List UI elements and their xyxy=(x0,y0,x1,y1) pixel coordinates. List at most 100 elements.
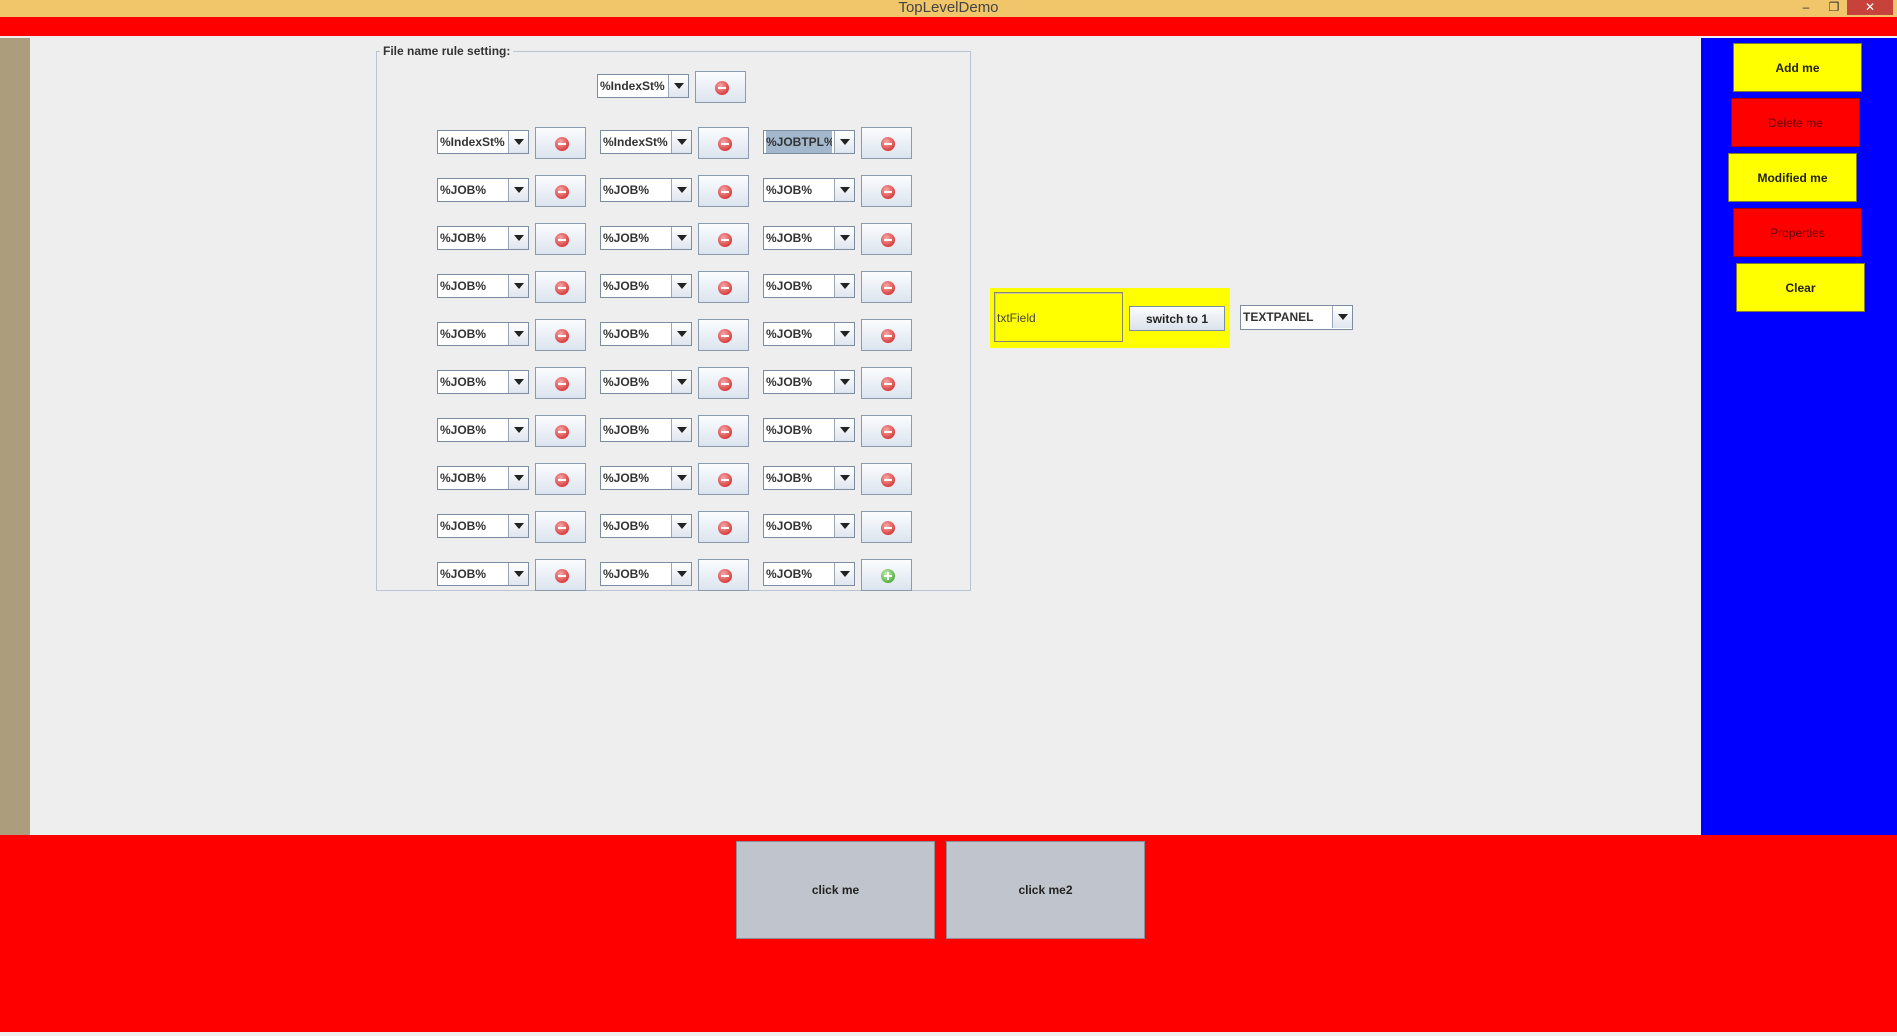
rule-combo[interactable]: %JOBTPL% xyxy=(763,130,855,154)
remove-rule-button[interactable] xyxy=(698,127,749,159)
remove-rule-button[interactable] xyxy=(861,511,912,543)
remove-rule-button[interactable] xyxy=(861,415,912,447)
maximize-button[interactable]: ❐ xyxy=(1823,0,1845,15)
chevron-down-icon[interactable] xyxy=(671,515,691,537)
chevron-down-icon[interactable] xyxy=(508,323,528,345)
rule-combo[interactable]: %JOB% xyxy=(763,322,855,346)
rule-combo[interactable]: %JOB% xyxy=(437,514,529,538)
chevron-down-icon[interactable] xyxy=(834,371,854,393)
remove-rule-button[interactable] xyxy=(535,367,586,399)
rule-combo[interactable]: %JOB% xyxy=(600,370,692,394)
rule-combo[interactable]: %IndexSt% xyxy=(600,130,692,154)
chevron-down-icon[interactable] xyxy=(671,227,691,249)
rule-combo[interactable]: %JOB% xyxy=(600,274,692,298)
remove-rule-button[interactable] xyxy=(698,559,749,591)
click-me2-button[interactable]: click me2 xyxy=(946,841,1145,939)
remove-rule-button[interactable] xyxy=(861,367,912,399)
remove-rule-button[interactable] xyxy=(535,463,586,495)
rule-combo[interactable]: %JOB% xyxy=(763,562,855,586)
remove-rule-button[interactable] xyxy=(535,319,586,351)
close-button[interactable]: ✕ xyxy=(1847,0,1893,15)
text-field[interactable]: txtField xyxy=(994,292,1123,342)
remove-rule-button[interactable] xyxy=(698,319,749,351)
remove-rule-button[interactable] xyxy=(861,463,912,495)
remove-rule-button[interactable] xyxy=(698,223,749,255)
chevron-down-icon[interactable] xyxy=(671,179,691,201)
remove-rule-button[interactable] xyxy=(698,367,749,399)
chevron-down-icon[interactable] xyxy=(671,419,691,441)
remove-rule-button[interactable] xyxy=(535,559,586,591)
chevron-down-icon[interactable] xyxy=(508,563,528,585)
remove-rule-button[interactable] xyxy=(698,271,749,303)
remove-rule-button[interactable] xyxy=(535,127,586,159)
chevron-down-icon[interactable] xyxy=(671,131,691,153)
remove-rule-button[interactable] xyxy=(698,415,749,447)
chevron-down-icon[interactable] xyxy=(834,179,854,201)
chevron-down-icon[interactable] xyxy=(671,371,691,393)
rule-combo[interactable]: %JOB% xyxy=(600,418,692,442)
chevron-down-icon[interactable] xyxy=(508,419,528,441)
chevron-down-icon[interactable] xyxy=(834,419,854,441)
delete-me-button[interactable]: Delete me xyxy=(1731,98,1860,147)
rule-combo[interactable]: %JOB% xyxy=(600,322,692,346)
remove-rule-button[interactable] xyxy=(861,223,912,255)
rule-combo[interactable]: %JOB% xyxy=(437,274,529,298)
chevron-down-icon[interactable] xyxy=(671,323,691,345)
remove-rule-button[interactable] xyxy=(535,511,586,543)
remove-rule-button[interactable] xyxy=(698,175,749,207)
rule-combo[interactable]: %JOB% xyxy=(600,562,692,586)
remove-top-rule-button[interactable] xyxy=(695,71,746,103)
remove-rule-button[interactable] xyxy=(535,223,586,255)
panel-combo[interactable]: TEXTPANEL xyxy=(1240,305,1353,330)
add-me-button[interactable]: Add me xyxy=(1733,43,1862,92)
chevron-down-icon[interactable] xyxy=(834,515,854,537)
remove-rule-button[interactable] xyxy=(861,271,912,303)
remove-rule-button[interactable] xyxy=(861,175,912,207)
rule-combo[interactable]: %JOB% xyxy=(763,466,855,490)
remove-rule-button[interactable] xyxy=(698,511,749,543)
chevron-down-icon[interactable] xyxy=(668,75,688,97)
rule-combo[interactable]: %IndexSt% xyxy=(437,130,529,154)
rule-combo[interactable]: %JOB% xyxy=(600,514,692,538)
chevron-down-icon[interactable] xyxy=(834,467,854,489)
rule-combo[interactable]: %JOB% xyxy=(437,322,529,346)
switch-button[interactable]: switch to 1 xyxy=(1129,306,1225,331)
chevron-down-icon[interactable] xyxy=(1332,306,1352,328)
rule-combo[interactable]: %JOB% xyxy=(437,466,529,490)
chevron-down-icon[interactable] xyxy=(834,275,854,297)
chevron-down-icon[interactable] xyxy=(671,467,691,489)
rule-combo[interactable]: %JOB% xyxy=(437,226,529,250)
chevron-down-icon[interactable] xyxy=(508,131,528,153)
remove-rule-button[interactable] xyxy=(861,127,912,159)
top-rule-combo[interactable]: %IndexSt% xyxy=(597,74,689,98)
chevron-down-icon[interactable] xyxy=(508,467,528,489)
rule-combo[interactable]: %JOB% xyxy=(763,514,855,538)
rule-combo[interactable]: %JOB% xyxy=(437,370,529,394)
chevron-down-icon[interactable] xyxy=(671,563,691,585)
add-rule-button[interactable] xyxy=(861,559,912,591)
remove-rule-button[interactable] xyxy=(698,463,749,495)
chevron-down-icon[interactable] xyxy=(508,275,528,297)
rule-combo[interactable]: %JOB% xyxy=(437,178,529,202)
chevron-down-icon[interactable] xyxy=(508,227,528,249)
rule-combo[interactable]: %JOB% xyxy=(600,226,692,250)
modified-me-button[interactable]: Modified me xyxy=(1728,153,1857,202)
remove-rule-button[interactable] xyxy=(861,319,912,351)
rule-combo[interactable]: %JOB% xyxy=(600,178,692,202)
rule-combo[interactable]: %JOB% xyxy=(763,370,855,394)
rule-combo[interactable]: %JOB% xyxy=(763,274,855,298)
chevron-down-icon[interactable] xyxy=(508,371,528,393)
chevron-down-icon[interactable] xyxy=(834,563,854,585)
remove-rule-button[interactable] xyxy=(535,271,586,303)
rule-combo[interactable]: %JOB% xyxy=(763,418,855,442)
click-me-button[interactable]: click me xyxy=(736,841,935,939)
chevron-down-icon[interactable] xyxy=(834,323,854,345)
rule-combo[interactable]: %JOB% xyxy=(437,418,529,442)
clear-button[interactable]: Clear xyxy=(1736,263,1865,312)
rule-combo[interactable]: %JOB% xyxy=(763,178,855,202)
chevron-down-icon[interactable] xyxy=(671,275,691,297)
chevron-down-icon[interactable] xyxy=(508,179,528,201)
rule-combo[interactable]: %JOB% xyxy=(437,562,529,586)
remove-rule-button[interactable] xyxy=(535,415,586,447)
rule-combo[interactable]: %JOB% xyxy=(600,466,692,490)
